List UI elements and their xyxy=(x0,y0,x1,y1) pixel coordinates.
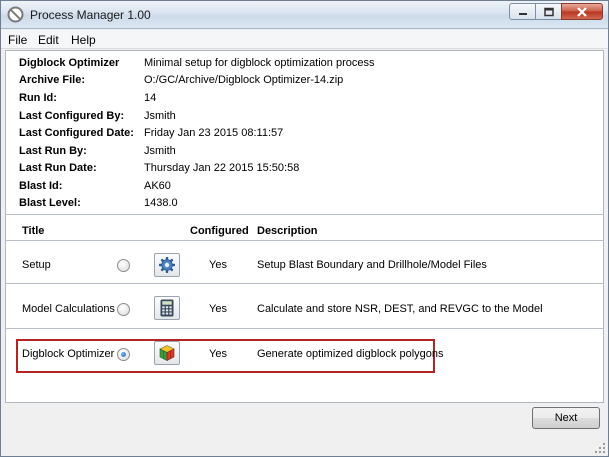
minimize-icon xyxy=(518,12,527,15)
info-label: Last Run Date: xyxy=(19,162,97,174)
info-label: Last Run By: xyxy=(19,145,87,157)
info-value: Jsmith xyxy=(144,145,176,157)
info-value: Minimal setup for digblock optimization … xyxy=(144,57,375,69)
step-title: Setup xyxy=(22,259,51,271)
step-title: Model Calculations xyxy=(22,303,115,315)
info-value: 1438.0 xyxy=(144,197,178,209)
next-button[interactable]: Next xyxy=(532,407,600,429)
row-divider xyxy=(6,328,603,329)
step-configured: Yes xyxy=(209,259,227,271)
step-configured: Yes xyxy=(209,303,227,315)
close-icon xyxy=(577,6,587,17)
column-header-configured: Configured xyxy=(190,225,249,237)
setup-step-button[interactable] xyxy=(154,253,180,277)
header-divider xyxy=(6,240,603,241)
minimize-button[interactable] xyxy=(509,3,535,20)
info-value: O:/GC/Archive/Digblock Optimizer-14.zip xyxy=(144,74,344,86)
info-label: Run Id: xyxy=(19,92,57,104)
info-label: Last Configured Date: xyxy=(19,127,134,139)
info-label: Digblock Optimizer xyxy=(19,57,120,69)
maximize-icon xyxy=(543,7,554,16)
info-label: Last Configured By: xyxy=(19,110,125,122)
step-radio-model-calculations[interactable] xyxy=(117,303,130,316)
info-value: Jsmith xyxy=(144,110,176,122)
info-value: Friday Jan 23 2015 08:11:57 xyxy=(144,127,284,139)
step-radio-digblock-optimizer[interactable] xyxy=(117,348,130,361)
window-controls xyxy=(509,3,603,20)
step-radio-setup[interactable] xyxy=(117,259,130,272)
section-divider xyxy=(6,214,603,215)
step-description: Calculate and store NSR, DEST, and REVGC… xyxy=(257,303,543,315)
title-bar[interactable]: Process Manager 1.00 xyxy=(1,1,608,29)
row-divider xyxy=(6,283,603,284)
column-header-title: Title xyxy=(22,225,45,237)
step-title: Digblock Optimizer xyxy=(22,348,115,360)
info-label: Blast Id: xyxy=(19,180,63,192)
step-configured: Yes xyxy=(209,348,227,360)
process-panel: Digblock Optimizer Minimal setup for dig… xyxy=(5,50,604,403)
step-description: Setup Blast Boundary and Drillhole/Model… xyxy=(257,259,487,271)
menu-help[interactable]: Help xyxy=(71,33,96,47)
menu-file[interactable]: File xyxy=(8,33,27,47)
gear-icon xyxy=(159,257,175,273)
info-value: AK60 xyxy=(144,180,171,192)
window-title: Process Manager 1.00 xyxy=(30,8,151,22)
info-value: 14 xyxy=(144,92,157,104)
info-value: Thursday Jan 22 2015 15:50:58 xyxy=(144,162,300,174)
menu-edit[interactable]: Edit xyxy=(38,33,59,47)
digblock-optimizer-step-button[interactable] xyxy=(154,341,180,365)
model-calculations-step-button[interactable] xyxy=(154,296,180,320)
menu-bar: File Edit Help xyxy=(1,30,608,49)
info-label: Archive File: xyxy=(19,74,86,86)
info-label: Blast Level: xyxy=(19,197,81,209)
close-button[interactable] xyxy=(561,3,603,20)
resize-grip-icon[interactable] xyxy=(594,442,606,454)
no-entry-icon xyxy=(7,6,24,23)
status-bar xyxy=(1,433,608,456)
step-description: Generate optimized digblock polygons xyxy=(257,348,444,360)
cube-icon xyxy=(159,345,175,361)
maximize-button[interactable] xyxy=(535,3,561,20)
process-manager-window: Process Manager 1.00 File Edit Help Digb… xyxy=(0,0,609,457)
calculator-icon xyxy=(160,299,174,317)
column-header-description: Description xyxy=(257,225,318,237)
